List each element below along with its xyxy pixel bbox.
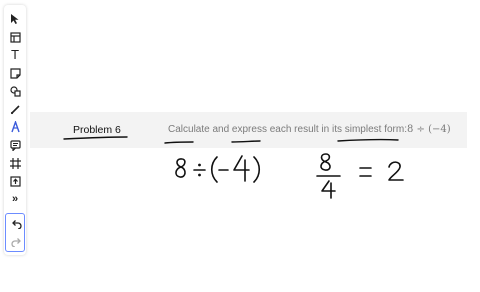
ink-digit-8: [320, 153, 331, 171]
ink-digit-8: [175, 158, 186, 178]
ink-underline: [231, 140, 261, 143]
whiteboard-canvas[interactable]: [0, 0, 480, 292]
ink-digit-2: [388, 161, 404, 181]
ink-close-paren: [253, 156, 261, 183]
ink-underline: [337, 138, 399, 142]
ink-divide-dot: [198, 173, 201, 177]
ink-underline: [164, 141, 194, 144]
ink-digit-4: [233, 155, 250, 182]
ink-open-paren: [210, 156, 218, 183]
ink-digit-4: [321, 180, 336, 199]
ink-underline: [63, 136, 128, 140]
ink-divide-dot: [198, 163, 201, 167]
